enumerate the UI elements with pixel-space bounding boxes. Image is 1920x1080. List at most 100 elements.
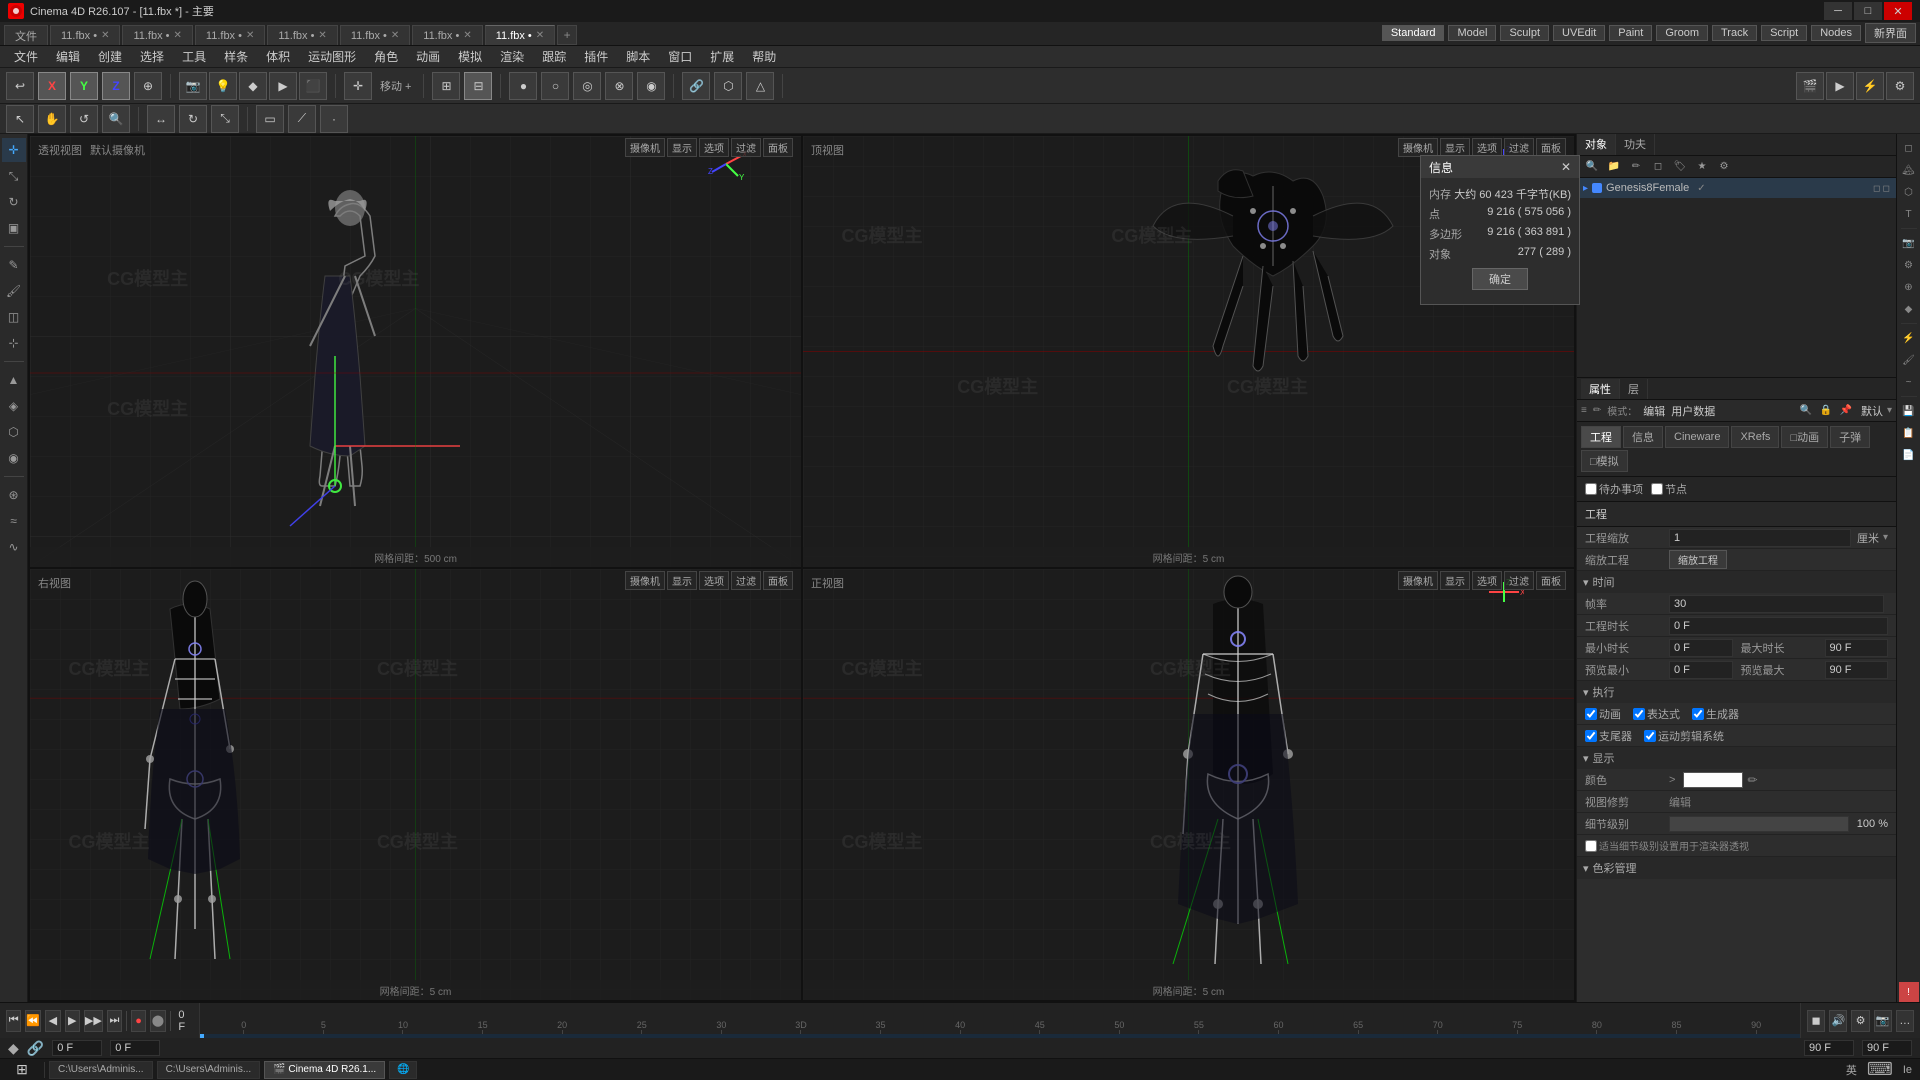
- tb-axis-y[interactable]: Y: [70, 72, 98, 100]
- vp-bl-filter-btn[interactable]: 过滤: [731, 571, 761, 590]
- node-label[interactable]: 节点: [1651, 481, 1687, 497]
- menu-script[interactable]: 脚本: [618, 46, 658, 67]
- ri-scene[interactable]: 🏔: [1899, 160, 1919, 180]
- lt-extrude[interactable]: ▲: [2, 368, 26, 392]
- fb-end-frame1[interactable]: [1804, 1040, 1854, 1056]
- tb-dot4[interactable]: ⊗: [605, 72, 633, 100]
- tl-end-opts[interactable]: ⚙: [1851, 1010, 1869, 1032]
- task-explorer1[interactable]: C:\Users\Adminis...: [49, 1061, 153, 1079]
- dialog-title-bar[interactable]: 信息 ✕: [1421, 156, 1579, 178]
- pm-pin[interactable]: 📌: [1837, 402, 1855, 420]
- lt-transform[interactable]: ▣: [2, 216, 26, 240]
- menu-tools[interactable]: 工具: [174, 46, 214, 67]
- tab-add-button[interactable]: +: [557, 25, 577, 45]
- menu-volume[interactable]: 体积: [258, 46, 298, 67]
- tb-move[interactable]: ✛: [344, 72, 372, 100]
- mode-track[interactable]: Track: [1712, 25, 1757, 41]
- vp-br-options-btn[interactable]: 选项: [1472, 571, 1502, 590]
- mode-nodes[interactable]: Nodes: [1811, 25, 1861, 41]
- pv-duration[interactable]: [1669, 617, 1888, 635]
- tb2-edge[interactable]: ⟋: [288, 105, 316, 133]
- tb2-grab[interactable]: ✋: [38, 105, 66, 133]
- rph-bookmark[interactable]: ★: [1693, 158, 1711, 176]
- exec-section-header[interactable]: ▾ 执行: [1577, 681, 1896, 703]
- lt-move[interactable]: ✛: [2, 138, 26, 162]
- rph-tag[interactable]: 🏷: [1671, 158, 1689, 176]
- moclip-check-label[interactable]: 运动剪辑系统: [1644, 728, 1724, 744]
- menu-window[interactable]: 窗口: [660, 46, 700, 67]
- close-button[interactable]: ✕: [1884, 2, 1912, 20]
- pv-prev-max[interactable]: [1825, 661, 1889, 679]
- menu-file[interactable]: 文件: [6, 46, 46, 67]
- tb-world[interactable]: ⊕: [134, 72, 162, 100]
- ptab-simulate[interactable]: □模拟: [1581, 450, 1628, 472]
- lt-brush[interactable]: 🖌: [2, 279, 26, 303]
- lod-checkbox[interactable]: [1585, 840, 1597, 852]
- lod-check-label[interactable]: 适当细节级别设置用于渲染器透视: [1585, 838, 1749, 853]
- unit-dropdown[interactable]: ▾: [1883, 532, 1888, 543]
- tab-close-7[interactable]: ✕: [536, 30, 544, 41]
- tb2-poly[interactable]: ▭: [256, 105, 284, 133]
- todo-label[interactable]: 待办事项: [1585, 481, 1643, 497]
- ptab-bullet[interactable]: 子弹: [1830, 426, 1870, 448]
- ri-paste[interactable]: 📄: [1899, 445, 1919, 465]
- task-other[interactable]: 🌐: [389, 1061, 417, 1079]
- tb2-zoom[interactable]: 🔍: [102, 105, 130, 133]
- mode-new-ui[interactable]: 新界面: [1865, 23, 1916, 43]
- pm-lock[interactable]: 🔒: [1817, 402, 1835, 420]
- menu-extend[interactable]: 扩展: [702, 46, 742, 67]
- menu-plugin[interactable]: 插件: [576, 46, 616, 67]
- rp-tab-object[interactable]: 对象: [1577, 134, 1616, 155]
- menu-simulate[interactable]: 模拟: [450, 46, 490, 67]
- expr-check-label[interactable]: 表达式: [1633, 706, 1680, 722]
- vp-br-filter-btn[interactable]: 过滤: [1504, 571, 1534, 590]
- menu-animate[interactable]: 动画: [408, 46, 448, 67]
- vp-tl-panel-btn[interactable]: 面板: [763, 138, 793, 157]
- minimize-button[interactable]: ─: [1824, 2, 1852, 20]
- tl-play[interactable]: ▶: [65, 1010, 80, 1032]
- lt-pen[interactable]: ✎: [2, 253, 26, 277]
- ri-cloth[interactable]: ~: [1899, 372, 1919, 392]
- vp-br-display-btn[interactable]: 显示: [1440, 571, 1470, 590]
- anim-check-label[interactable]: 动画: [1585, 706, 1621, 722]
- tab-6[interactable]: 11.fbx • ✕: [412, 25, 482, 45]
- display-section-header[interactable]: ▾ 显示: [1577, 747, 1896, 769]
- tl-prev[interactable]: ◀: [45, 1010, 60, 1032]
- viewport-perspective[interactable]: CG模型主 CG模型主 CG模型主 透视视图 默认摄像机 摄像机 显示 选项 过…: [30, 136, 801, 567]
- tb2-orbit[interactable]: ↺: [70, 105, 98, 133]
- vp-br-camera-btn[interactable]: 摄像机: [1398, 571, 1438, 590]
- tl-next[interactable]: ▶▶: [84, 1010, 103, 1032]
- ri-ring[interactable]: ⊕: [1899, 277, 1919, 297]
- ptab-project[interactable]: 工程: [1581, 426, 1621, 448]
- lod-slider[interactable]: [1669, 816, 1849, 832]
- viewport-right[interactable]: CG模型主 CG模型主 CG模型主 CG模型主 右视图 摄像机 显示 选项 过滤…: [30, 569, 801, 1000]
- timeline-ruler[interactable]: 0 5 10 15 20 25 30 3D 35 40 45 50 55 60 …: [200, 1003, 1800, 1038]
- tab-close-3[interactable]: ✕: [246, 30, 254, 41]
- pv-fps[interactable]: [1669, 595, 1884, 613]
- menu-help[interactable]: 帮助: [744, 46, 784, 67]
- node-checkbox[interactable]: [1651, 483, 1663, 495]
- ptab-info[interactable]: 信息: [1623, 426, 1663, 448]
- tb-render2[interactable]: ⬛: [299, 72, 327, 100]
- ri-diamond[interactable]: ◆: [1899, 299, 1919, 319]
- mode-standard[interactable]: Standard: [1382, 25, 1445, 41]
- rph-object[interactable]: ◻: [1649, 158, 1667, 176]
- vp-bl-options-btn[interactable]: 选项: [699, 571, 729, 590]
- ptab-anim[interactable]: □动画: [1781, 426, 1828, 448]
- tb-material[interactable]: ◆: [239, 72, 267, 100]
- menu-track[interactable]: 跟踪: [534, 46, 574, 67]
- tb-dot5[interactable]: ◉: [637, 72, 665, 100]
- tl-end-dots[interactable]: …: [1896, 1010, 1914, 1032]
- lt-magnet[interactable]: ⊛: [2, 483, 26, 507]
- menu-spline[interactable]: 样条: [216, 46, 256, 67]
- lt-bridge[interactable]: ⬡: [2, 420, 26, 444]
- rp-tab-kungfu[interactable]: 功夫: [1616, 134, 1655, 155]
- tb-render[interactable]: ▶: [269, 72, 297, 100]
- tb-axis-x[interactable]: X: [38, 72, 66, 100]
- vp-tl-options-btn[interactable]: 选项: [699, 138, 729, 157]
- maximize-button[interactable]: □: [1854, 2, 1882, 20]
- tab-3[interactable]: 11.fbx • ✕: [195, 25, 265, 45]
- ptab-xrefs[interactable]: XRefs: [1731, 426, 1779, 448]
- mode-script[interactable]: Script: [1761, 25, 1807, 41]
- lt-deform[interactable]: ∿: [2, 535, 26, 559]
